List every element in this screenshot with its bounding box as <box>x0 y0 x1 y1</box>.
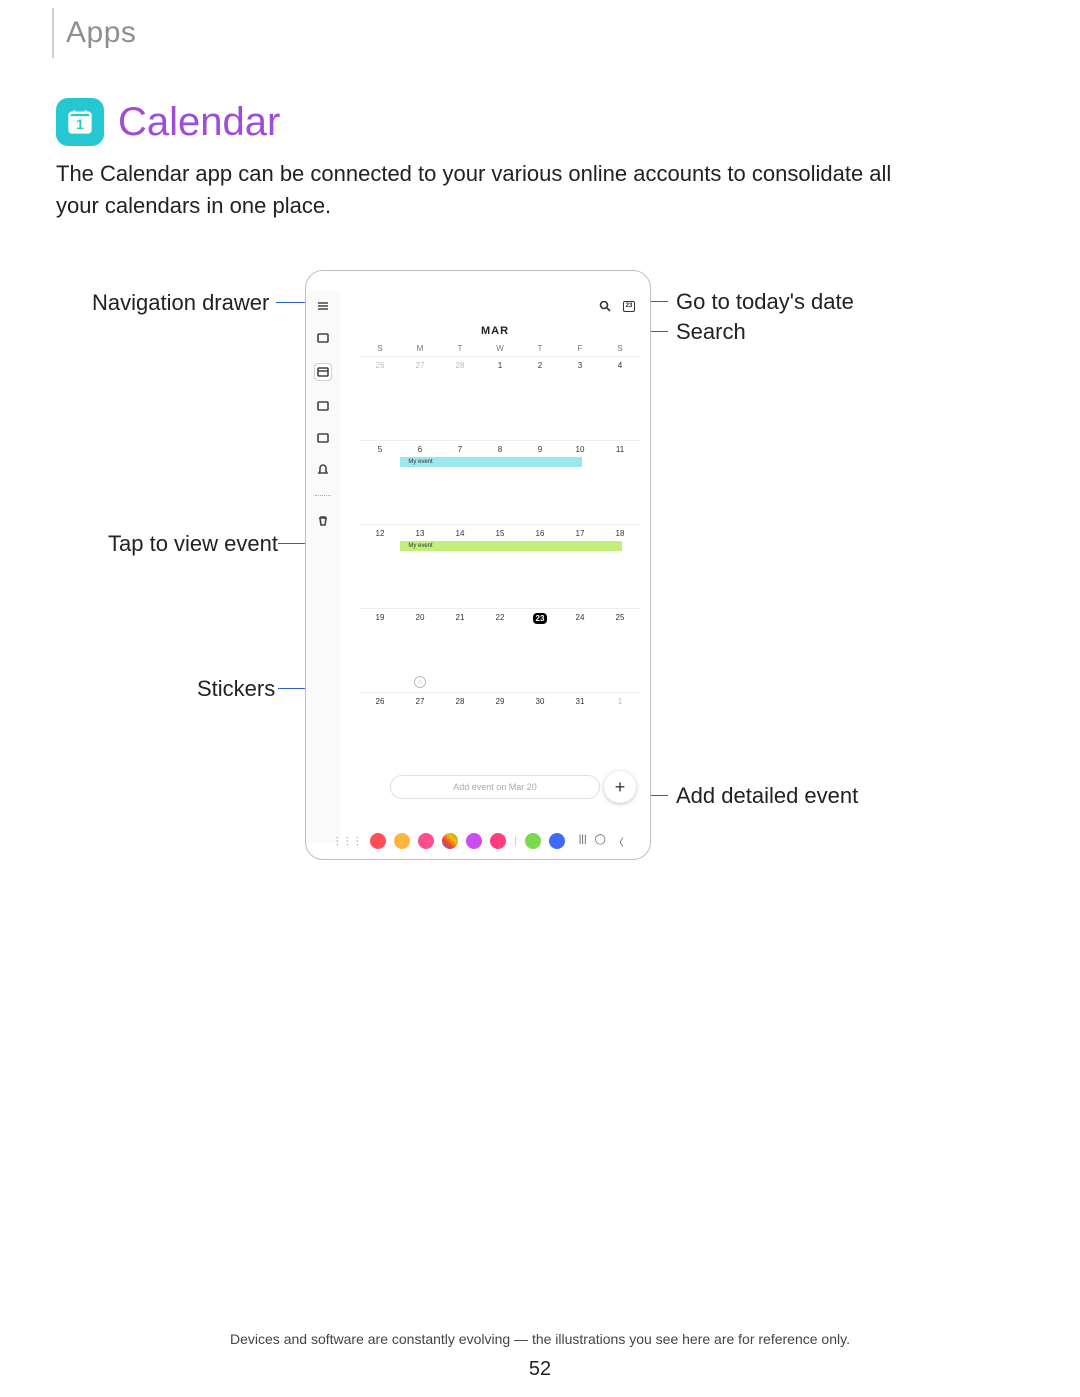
page-number: 52 <box>0 1358 1080 1381</box>
callout-stickers: Stickers <box>197 676 275 702</box>
event-bar[interactable] <box>560 457 582 467</box>
callout-tap-event: Tap to view event <box>108 531 278 557</box>
section-header: Apps <box>52 8 136 58</box>
reminder-icon[interactable] <box>316 463 330 477</box>
page-title: Calendar <box>118 100 280 145</box>
quick-add-input[interactable]: Add event on Mar 20 <box>390 775 600 799</box>
day-header-row: SMTWTFS <box>360 341 640 357</box>
dock-app-icon[interactable] <box>466 833 482 849</box>
page-title-row: 1 Calendar <box>56 98 280 146</box>
calendar-grid[interactable]: SMTWTFS 26 27 28 1 2 3 4 5 6My event 7 8… <box>360 341 640 753</box>
view-icon[interactable] <box>316 431 330 445</box>
month-label: MAR <box>340 325 650 337</box>
event-bar[interactable] <box>600 541 622 551</box>
event-bar[interactable] <box>520 541 561 551</box>
dock-app-icon[interactable] <box>370 833 386 849</box>
calendar-main: 23 MAR SMTWTFS 26 27 28 1 2 3 4 5 <box>340 291 650 843</box>
page-description: The Calendar app can be connected to you… <box>56 158 926 222</box>
callout-nav-drawer: Navigation drawer <box>92 290 269 316</box>
today-cell[interactable]: 23 <box>520 609 560 693</box>
calendar-app-icon: 1 <box>56 98 104 146</box>
view-month-icon[interactable] <box>314 363 332 381</box>
taskbar: ⋮⋮⋮ | ||| ◯ 〈 <box>326 831 630 851</box>
dock-app-icon[interactable] <box>490 833 506 849</box>
svg-text:1: 1 <box>76 116 84 132</box>
week-row: 26 27 28 1 2 3 4 <box>360 357 640 441</box>
dock-app-icon[interactable] <box>394 833 410 849</box>
event-bar[interactable] <box>440 541 481 551</box>
apps-grid-icon[interactable]: ⋮⋮⋮ <box>332 836 362 847</box>
view-icon[interactable] <box>316 399 330 413</box>
dock-app-icon[interactable] <box>549 833 565 849</box>
dock-app-icon[interactable] <box>442 833 458 849</box>
event-bar[interactable]: My event <box>400 541 441 551</box>
week-row: 5 6My event 7 8 9 10 11 <box>360 441 640 525</box>
add-event-button[interactable]: + <box>604 771 636 803</box>
event-bar[interactable] <box>560 541 601 551</box>
view-icon[interactable] <box>316 331 330 345</box>
today-icon[interactable]: 23 <box>622 299 636 313</box>
event-bar[interactable] <box>440 457 481 467</box>
nav-keys: ||| ◯ 〈 <box>579 834 624 849</box>
callout-add-event: Add detailed event <box>676 783 858 809</box>
trash-icon[interactable] <box>316 514 330 528</box>
week-row: 26 27 28 29 30 31 1 <box>360 693 640 753</box>
dock-app-icon[interactable] <box>525 833 541 849</box>
home-icon[interactable]: ◯ <box>595 834 606 849</box>
callout-today: Go to today's date <box>676 289 854 315</box>
footer-note: Devices and software are constantly evol… <box>0 1331 1080 1347</box>
sticker-icon[interactable]: ☺ <box>414 676 426 688</box>
event-bar[interactable] <box>480 541 521 551</box>
event-bar[interactable]: My event <box>400 457 441 467</box>
event-bar[interactable] <box>480 457 521 467</box>
device-screenshot: 23 MAR SMTWTFS 26 27 28 1 2 3 4 5 <box>305 270 651 860</box>
calendar-sidebar <box>306 291 340 843</box>
week-row: 19 20☺ 21 22 23 24 25 <box>360 609 640 693</box>
back-icon[interactable]: 〈 <box>614 834 624 849</box>
section-header-text: Apps <box>66 16 136 50</box>
recents-icon[interactable]: ||| <box>579 834 587 849</box>
hamburger-icon[interactable] <box>316 299 330 313</box>
dock-app-icon[interactable] <box>418 833 434 849</box>
divider <box>315 495 331 496</box>
week-row: 12 13My event 14 15 16 17 18 <box>360 525 640 609</box>
event-bar[interactable] <box>520 457 561 467</box>
callout-search: Search <box>676 319 746 345</box>
search-icon[interactable] <box>598 299 612 313</box>
